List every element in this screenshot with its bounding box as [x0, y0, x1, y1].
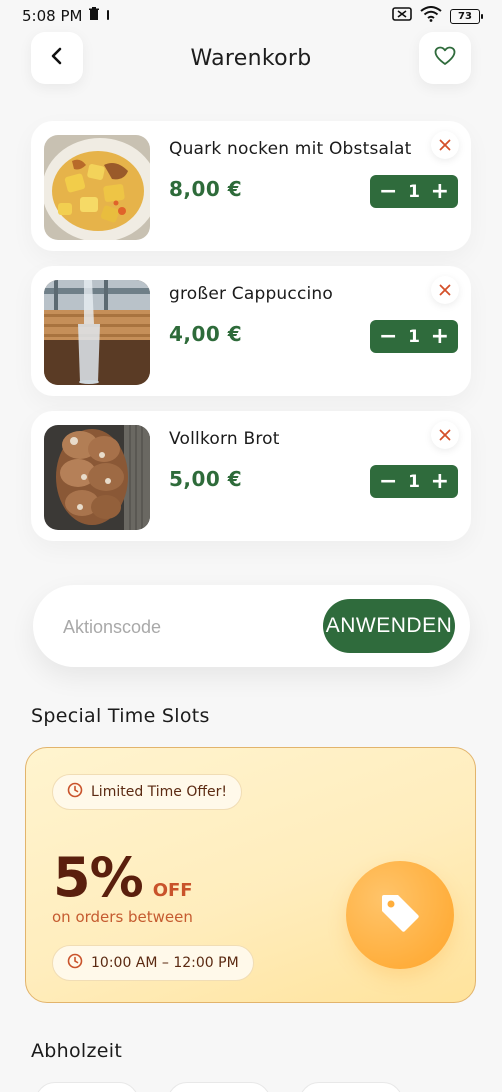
remove-item-button[interactable] — [431, 131, 459, 159]
item-name: Quark nocken mit Obstsalat — [169, 139, 412, 159]
battery-icon: 73 — [450, 8, 483, 24]
close-icon — [439, 136, 451, 155]
cart-item: Vollkorn Brot 5,00 € − 1 + — [31, 411, 471, 541]
favorite-button[interactable] — [419, 32, 471, 84]
status-time: 5:08 PM — [22, 7, 83, 25]
quantity-value: 1 — [408, 471, 420, 492]
discount-off-label: OFF — [152, 880, 193, 901]
item-image — [44, 135, 150, 240]
special-time-slots-title: Special Time Slots — [31, 705, 210, 727]
status-left: 5:08 PM — [22, 7, 110, 25]
item-price: 4,00 € — [169, 322, 243, 346]
quantity-stepper: − 1 + — [370, 320, 458, 353]
time-range-text: 10:00 AM – 12:00 PM — [91, 955, 239, 971]
clock-icon — [67, 953, 83, 973]
decrease-quantity-button[interactable]: − — [379, 180, 397, 203]
promo-code-bar: ANWENDEN — [33, 585, 470, 667]
increase-quantity-button[interactable]: + — [431, 180, 449, 203]
header: Warenkorb — [0, 30, 502, 86]
increase-quantity-button[interactable]: + — [431, 470, 449, 493]
decrease-quantity-button[interactable]: − — [379, 470, 397, 493]
pickup-slot-chip[interactable] — [35, 1082, 139, 1092]
notification-icon — [106, 7, 110, 25]
back-button[interactable] — [31, 32, 83, 84]
quantity-value: 1 — [408, 326, 420, 347]
page-title: Warenkorb — [190, 45, 312, 71]
item-price: 8,00 € — [169, 177, 243, 201]
close-icon — [439, 281, 451, 300]
remove-item-button[interactable] — [431, 276, 459, 304]
quantity-value: 1 — [408, 181, 420, 202]
close-icon — [439, 426, 451, 445]
discount-row: 5% OFF — [53, 846, 193, 909]
sim-icon — [392, 7, 412, 25]
time-range-chip: 10:00 AM – 12:00 PM — [52, 945, 254, 981]
remove-item-button[interactable] — [431, 421, 459, 449]
promo-code-input[interactable] — [63, 607, 293, 647]
special-offer-card[interactable]: Limited Time Offer! 5% OFF on orders bet… — [25, 747, 476, 1003]
limited-offer-badge: Limited Time Offer! — [52, 774, 243, 810]
pickup-slot-chip[interactable] — [299, 1082, 403, 1092]
trash-icon — [88, 7, 100, 25]
clock-icon — [67, 782, 83, 802]
limited-offer-text: Limited Time Offer! — [91, 784, 228, 800]
item-image — [44, 280, 150, 385]
pickup-time-title: Abholzeit — [31, 1040, 123, 1062]
discount-percent: 5% — [53, 846, 144, 909]
item-name: großer Cappuccino — [169, 284, 334, 304]
wifi-icon — [420, 6, 442, 26]
offer-subtitle: on orders between — [52, 908, 193, 926]
item-name: Vollkorn Brot — [169, 429, 280, 449]
cart-item: großer Cappuccino 4,00 € − 1 + — [31, 266, 471, 396]
price-tag-badge — [346, 861, 454, 969]
status-right: 73 — [392, 6, 483, 26]
quantity-stepper: − 1 + — [370, 175, 458, 208]
chevron-left-icon — [50, 47, 64, 69]
apply-promo-button[interactable]: ANWENDEN — [323, 599, 455, 653]
increase-quantity-button[interactable]: + — [431, 325, 449, 348]
pickup-slot-chip[interactable] — [167, 1082, 271, 1092]
quantity-stepper: − 1 + — [370, 465, 458, 498]
item-image — [44, 425, 150, 530]
heart-outline-icon — [434, 46, 456, 70]
status-bar: 5:08 PM 73 — [0, 0, 502, 32]
item-price: 5,00 € — [169, 467, 243, 491]
decrease-quantity-button[interactable]: − — [379, 325, 397, 348]
cart-item: Quark nocken mit Obstsalat 8,00 € − 1 + — [31, 121, 471, 251]
price-tag-icon — [378, 891, 422, 939]
